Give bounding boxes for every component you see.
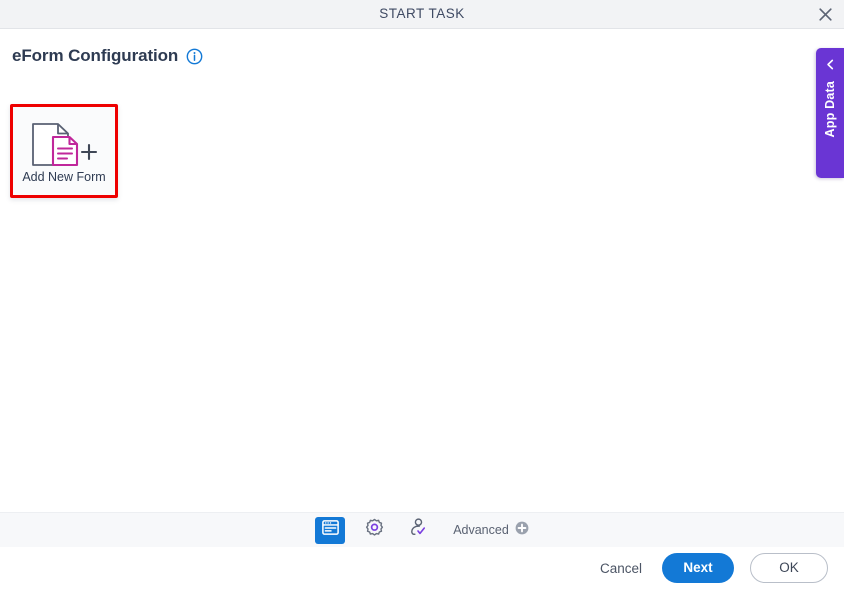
form-window-icon (321, 518, 340, 542)
app-data-label: App Data (823, 81, 837, 138)
advanced-label: Advanced (453, 523, 509, 537)
next-button[interactable]: Next (662, 553, 734, 583)
cancel-button[interactable]: Cancel (596, 561, 646, 576)
chevron-left-icon (823, 57, 837, 71)
dialog-title: START TASK (379, 6, 465, 21)
page-header: eForm Configuration (12, 46, 203, 66)
add-document-icon (27, 121, 101, 169)
dialog-actions: Cancel Next OK (596, 553, 828, 583)
toolbar-participants-button[interactable] (403, 517, 433, 544)
ok-button[interactable]: OK (750, 553, 828, 583)
page-title: eForm Configuration (12, 46, 179, 65)
start-task-dialog: START TASK eForm Configuration Add New F… (0, 0, 844, 593)
eform-configuration-canvas: Add New Form (0, 84, 844, 512)
advanced-button[interactable]: Advanced (453, 521, 529, 540)
app-data-tab[interactable]: App Data (816, 48, 844, 178)
info-icon[interactable] (186, 48, 203, 65)
dialog-titlebar: START TASK (0, 0, 844, 29)
toolbar-settings-button[interactable] (359, 517, 389, 544)
toolbar-form-designer-button[interactable] (315, 516, 346, 544)
plus-circle-icon[interactable] (515, 521, 529, 540)
close-icon[interactable] (812, 2, 838, 27)
add-new-form-label: Add New Form (22, 169, 106, 184)
gear-icon (364, 517, 385, 543)
bottom-toolbar: Advanced (0, 512, 844, 547)
user-check-icon (407, 517, 429, 543)
add-new-form-card[interactable]: Add New Form (10, 104, 118, 198)
